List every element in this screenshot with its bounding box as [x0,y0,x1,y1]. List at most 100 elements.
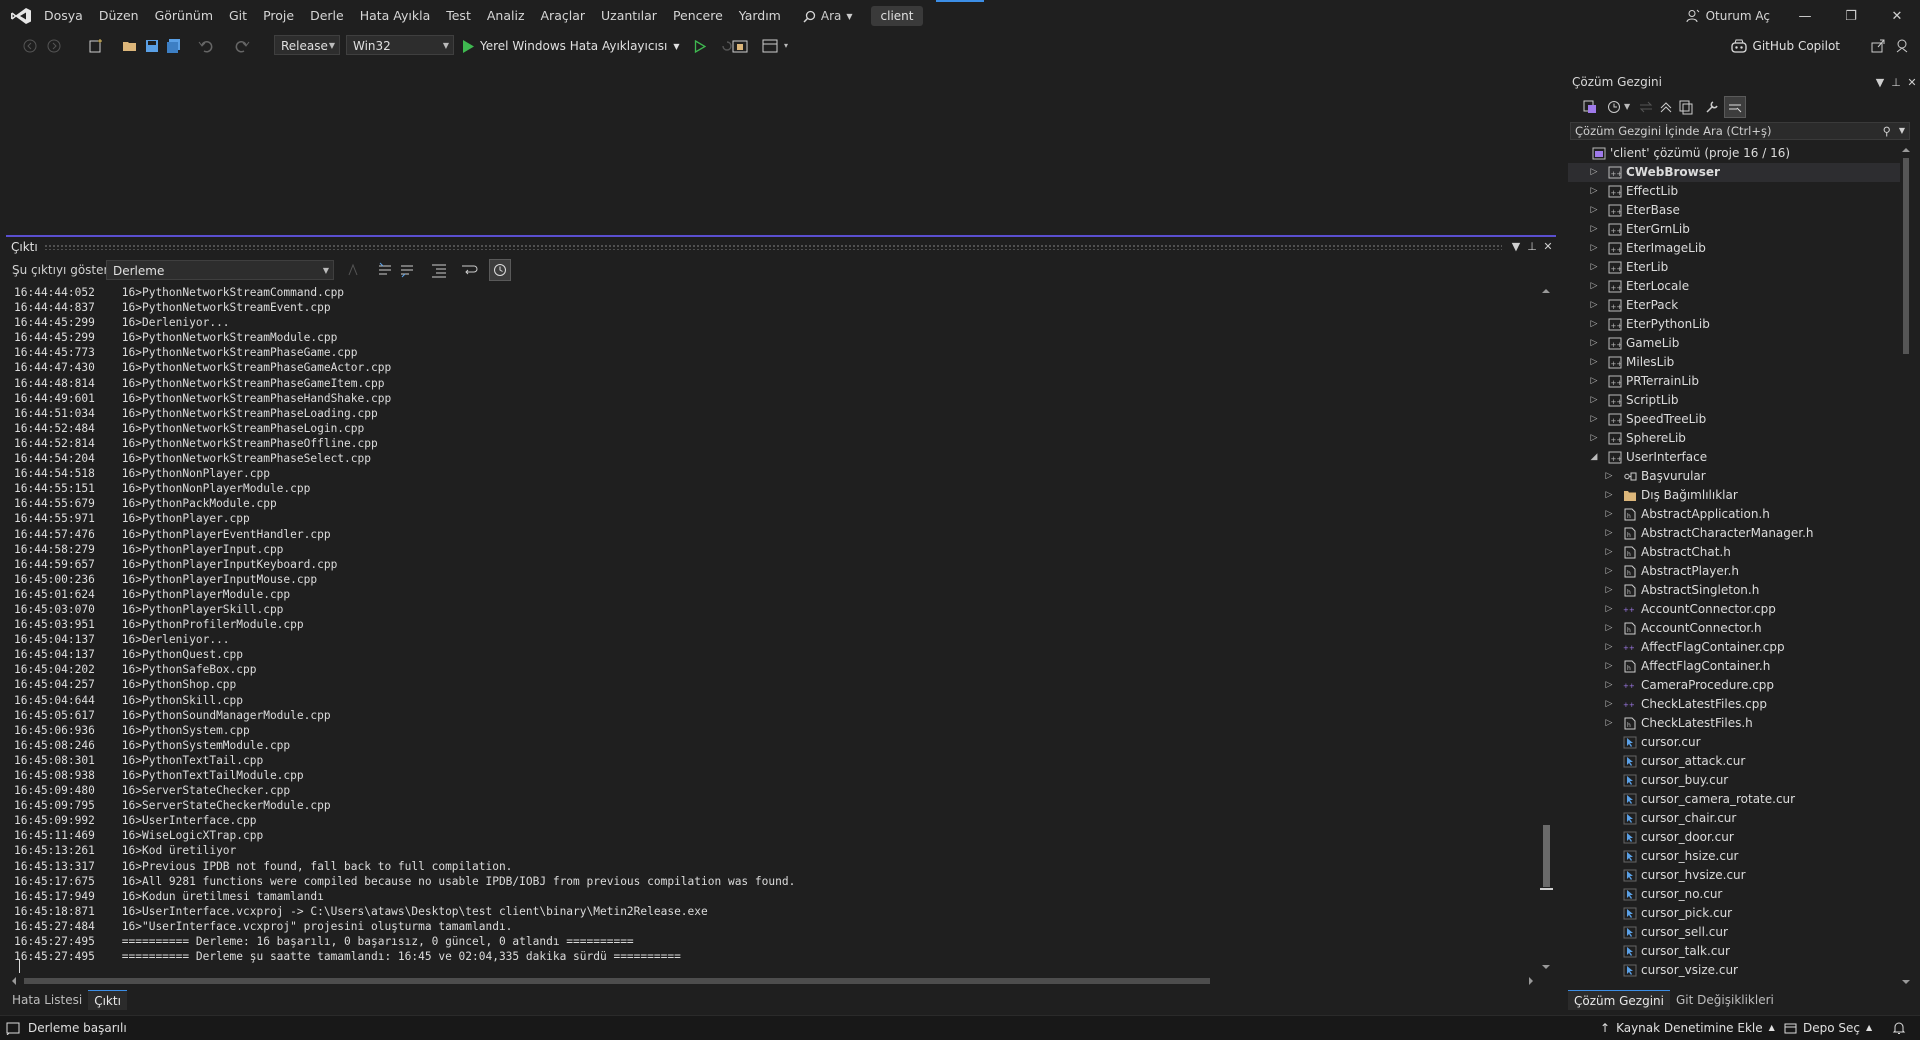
tree-collapsed-icon[interactable]: ▷ [1588,201,1600,220]
tree-collapsed-icon[interactable]: ▷ [1603,467,1615,486]
tree-item[interactable]: cursor_attack.cur [1568,752,1900,771]
scrollbar-thumb[interactable] [24,978,1210,984]
tree-collapsed-icon[interactable]: ▷ [1588,334,1600,353]
start-debugging-button[interactable]: Yerel Windows Hata Ayıklayıcısı ▼ [462,35,734,57]
scroll-up-icon[interactable] [1542,289,1550,293]
scroll-left-icon[interactable] [12,977,16,985]
menu-view[interactable]: Görünüm [147,0,221,32]
select-repository-button[interactable]: Depo Seç ▲ [1784,1016,1872,1040]
tree-collapsed-icon[interactable]: ▷ [1603,714,1615,733]
tree-collapsed-icon[interactable]: ▷ [1588,182,1600,201]
tree-collapsed-icon[interactable]: ▷ [1603,524,1615,543]
tree-item[interactable]: ▷ ++ EterPythonLib [1568,315,1900,334]
sync-icon[interactable] [1638,99,1654,115]
tree-item[interactable]: ▷ ++ MilesLib [1568,353,1900,372]
solution-name-badge[interactable]: client [870,6,924,26]
tree-collapsed-icon[interactable]: ▷ [1588,372,1600,391]
tree-item[interactable]: ▷ ++ SphereLib [1568,429,1900,448]
menu-extensions[interactable]: Uzantılar [593,0,665,32]
tree-collapsed-icon[interactable]: ▷ [1603,581,1615,600]
solution-tree-scrollbar[interactable] [1900,144,1912,988]
tree-collapsed-icon[interactable]: ▷ [1588,391,1600,410]
tree-collapsed-icon[interactable]: ▷ [1588,163,1600,182]
tree-collapsed-icon[interactable]: ▷ [1588,277,1600,296]
tree-collapsed-icon[interactable]: ▷ [1603,505,1615,524]
tree-collapsed-icon[interactable]: ▷ [1588,239,1600,258]
github-copilot-button[interactable]: GitHub Copilot [1730,35,1840,57]
undo-icon[interactable] [198,38,214,54]
tree-item[interactable]: ▷ ++ EterBase [1568,201,1900,220]
tab-git-changes[interactable]: Git Değişiklikleri [1670,990,1780,1010]
window-position-dropdown-icon[interactable]: ▼ [1872,76,1888,89]
tree-collapsed-icon[interactable]: ▷ [1588,258,1600,277]
tree-item[interactable]: ▷ ++ EterImageLib [1568,239,1900,258]
output-source-select[interactable]: Derleme ▼ [106,260,334,280]
tree-item[interactable]: ▷ ++ EterLocale [1568,277,1900,296]
scroll-down-icon[interactable] [1542,965,1550,969]
menu-git[interactable]: Git [221,0,255,32]
menu-debug[interactable]: Hata Ayıkla [352,0,439,32]
tree-item[interactable]: ▷ h AbstractCharacterManager.h [1568,524,1900,543]
tree-item[interactable]: ▷ ++ AffectFlagContainer.cpp [1568,638,1900,657]
start-without-debugging-icon[interactable] [694,39,706,53]
solution-explorer-icon[interactable] [732,38,748,54]
tree-item[interactable]: cursor_door.cur [1568,828,1900,847]
tree-item[interactable]: ▷ ++ CheckLatestFiles.cpp [1568,695,1900,714]
tree-item[interactable]: ▷ ++ PRTerrainLib [1568,372,1900,391]
tree-item[interactable]: ▷ ++ EffectLib [1568,182,1900,201]
tree-item[interactable]: cursor_camera_rotate.cur [1568,790,1900,809]
tree-item[interactable]: cursor_vsize.cur [1568,961,1900,980]
tree-item[interactable]: ▷ ++ SpeedTreeLib [1568,410,1900,429]
tab-error-list[interactable]: Hata Listesi [6,990,88,1010]
window-layout-icon[interactable] [762,38,778,54]
tree-item[interactable]: ▷ Başvurular [1568,467,1900,486]
share-icon[interactable] [1870,38,1886,54]
tree-item[interactable]: ▷ h AccountConnector.h [1568,619,1900,638]
tree-collapsed-icon[interactable]: ▷ [1603,676,1615,695]
menu-edit[interactable]: Düzen [91,0,147,32]
solution-configuration-select[interactable]: Release ▼ [274,35,340,55]
close-window-button[interactable]: ✕ [1874,0,1920,32]
menu-help[interactable]: Yardım [731,0,789,32]
output-vertical-scrollbar[interactable] [1539,285,1553,973]
menu-tools[interactable]: Araçlar [533,0,594,32]
tree-item[interactable]: ▷ h AbstractApplication.h [1568,505,1900,524]
history-icon[interactable] [1606,99,1622,115]
menu-window[interactable]: Pencere [665,0,731,32]
tree-item[interactable]: ▷ h AbstractPlayer.h [1568,562,1900,581]
search-menu[interactable]: Ara ▼ [795,9,861,23]
chevron-down-icon[interactable]: ▼ [1624,102,1630,111]
solution-platform-select[interactable]: Win32 ▼ [346,35,454,55]
collapse-all-icon[interactable] [1658,99,1674,115]
tree-item[interactable]: cursor_buy.cur [1568,771,1900,790]
tree-item[interactable]: ▷ ++ EterPack [1568,296,1900,315]
preview-selected-items-toggle[interactable] [1724,96,1746,118]
tree-item[interactable]: cursor_sell.cur [1568,923,1900,942]
clear-all-icon[interactable] [430,261,448,279]
scrollbar-thumb[interactable] [1543,825,1550,887]
tree-item[interactable]: ▷ ++ ScriptLib [1568,391,1900,410]
switch-views-icon[interactable] [1582,99,1598,115]
tree-collapsed-icon[interactable]: ▷ [1588,353,1600,372]
show-all-files-icon[interactable] [1678,99,1694,115]
menu-analyze[interactable]: Analiz [479,0,533,32]
tree-item[interactable]: cursor_chair.cur [1568,809,1900,828]
tree-item[interactable]: cursor_hvsize.cur [1568,866,1900,885]
tree-expanded-icon[interactable]: ◢ [1588,448,1600,467]
previous-message-icon[interactable] [376,261,394,279]
toolbar-overflow-icon[interactable]: ▾ [784,41,788,50]
tree-item[interactable]: ▷ h AbstractSingleton.h [1568,581,1900,600]
open-folder-icon[interactable] [122,38,138,54]
tree-collapsed-icon[interactable]: ▷ [1603,657,1615,676]
tree-collapsed-icon[interactable]: ▷ [1603,543,1615,562]
tree-item[interactable]: cursor_hsize.cur [1568,847,1900,866]
properties-wrench-icon[interactable] [1704,99,1720,115]
save-icon[interactable] [144,38,160,54]
notifications-bell-icon[interactable] [1892,1021,1906,1035]
tree-collapsed-icon[interactable]: ▷ [1603,695,1615,714]
tree-collapsed-icon[interactable]: ▷ [1603,486,1615,505]
find-message-icon[interactable] [346,261,364,279]
menu-build[interactable]: Derle [302,0,352,32]
navigate-back-icon[interactable] [22,38,38,54]
tree-collapsed-icon[interactable]: ▷ [1588,429,1600,448]
